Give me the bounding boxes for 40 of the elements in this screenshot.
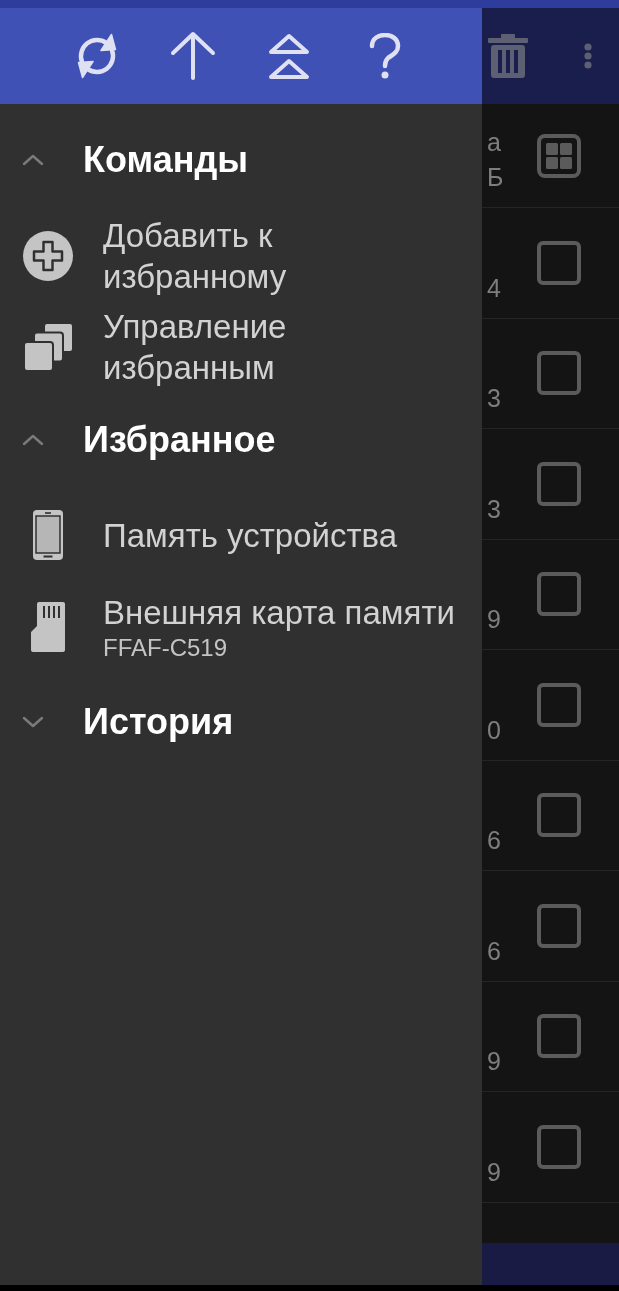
- chevron-down-icon[interactable]: [22, 716, 44, 728]
- checkbox[interactable]: [537, 1014, 581, 1059]
- checkbox[interactable]: [537, 903, 581, 948]
- double-triangle-up-icon[interactable]: [268, 32, 310, 80]
- file-detail-text: 9: [487, 1156, 501, 1188]
- chevron-up-icon[interactable]: [22, 154, 44, 166]
- file-detail-text: 9: [487, 604, 501, 635]
- help-icon[interactable]: [368, 33, 402, 79]
- sd-card-icon: [31, 602, 65, 652]
- checkbox[interactable]: [537, 572, 581, 617]
- more-icon[interactable]: [584, 43, 592, 69]
- file-detail-text: 6: [487, 825, 501, 856]
- menu-item[interactable]: Память устройства: [103, 514, 398, 556]
- stacked-squares-icon: [22, 322, 74, 372]
- checkbox[interactable]: [537, 793, 581, 838]
- section-title[interactable]: Избранное: [83, 418, 276, 462]
- file-detail-text: 4: [487, 272, 501, 304]
- checkbox[interactable]: [537, 461, 581, 506]
- file-detail-text: 6: [487, 935, 501, 967]
- grid-icon[interactable]: [537, 133, 581, 178]
- menu-item[interactable]: Добавить к избранному: [103, 215, 433, 297]
- file-detail-text: Б: [487, 162, 504, 193]
- file-detail-text: 9: [487, 1046, 501, 1077]
- checkbox[interactable]: [537, 351, 581, 396]
- file-detail-text: 0: [487, 714, 501, 746]
- file-detail-text: 3: [487, 383, 501, 414]
- file-name-text: а: [487, 127, 501, 158]
- chevron-up-icon[interactable]: [22, 434, 44, 446]
- checkbox[interactable]: [537, 682, 581, 727]
- trash-icon[interactable]: [488, 34, 528, 78]
- checkbox[interactable]: [537, 240, 581, 285]
- file-detail-text: 3: [487, 493, 501, 525]
- menu-item[interactable]: Внешняя карта памяти: [103, 591, 455, 633]
- phone-icon: [33, 510, 63, 560]
- item-subtitle: FFAF-C519: [103, 632, 228, 663]
- menu-item[interactable]: Управление избранным: [103, 306, 433, 388]
- plus-circle-icon: [23, 231, 73, 281]
- section-title[interactable]: Команды: [83, 138, 248, 182]
- checkbox[interactable]: [537, 1124, 581, 1169]
- section-title[interactable]: История: [83, 700, 234, 744]
